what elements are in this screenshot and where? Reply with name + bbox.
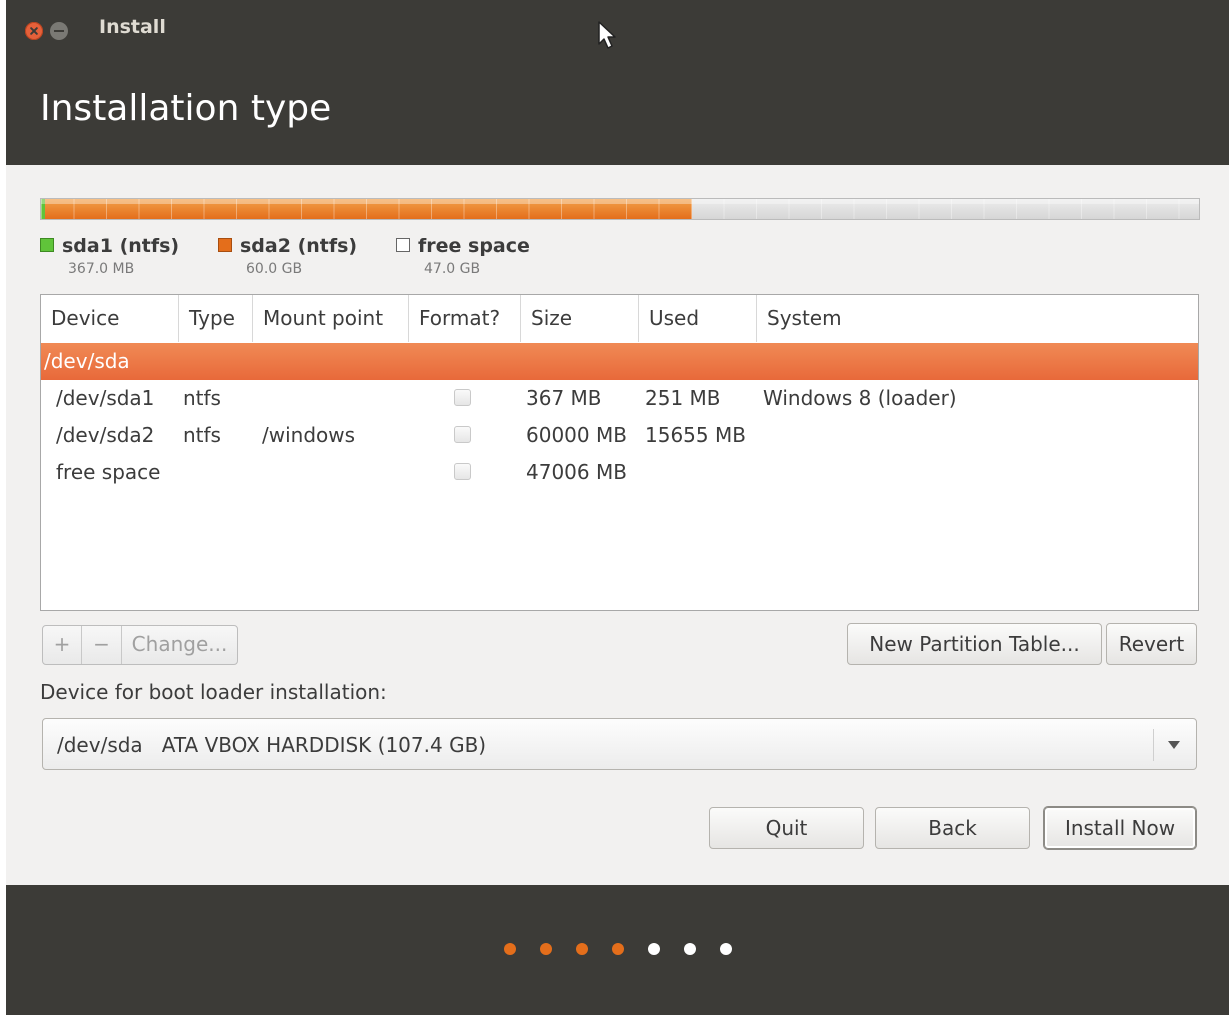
installer-window: Install Installation type sda1 (ntfs) 36… (6, 0, 1229, 1015)
add-partition-button[interactable]: + (43, 626, 82, 664)
size-cell: 60000 MB (526, 423, 627, 447)
legend-label: sda1 (ntfs) (62, 235, 180, 257)
back-button[interactable]: Back (875, 807, 1030, 849)
column-header-type[interactable]: Type (179, 295, 253, 342)
table-row[interactable]: free space 47006 MB (41, 454, 1198, 491)
content-area: sda1 (ntfs) 367.0 MB sda2 (ntfs) 60.0 GB… (6, 165, 1229, 885)
install-now-button[interactable]: Install Now (1044, 807, 1196, 849)
progress-dot-complete (576, 943, 588, 955)
progress-dot-complete (612, 943, 624, 955)
column-header-mount-point[interactable]: Mount point (253, 295, 409, 342)
progress-dot-pending (684, 943, 696, 955)
change-partition-button[interactable]: Change... (122, 626, 237, 664)
quit-button[interactable]: Quit (709, 807, 864, 849)
progress-footer (6, 885, 1229, 1015)
new-partition-table-button[interactable]: New Partition Table... (847, 623, 1102, 665)
type-cell: ntfs (183, 386, 221, 410)
format-checkbox[interactable] (454, 426, 471, 443)
boot-device-path: /dev/sda (57, 733, 143, 757)
mouse-pointer-icon (598, 21, 616, 49)
partition-table: Device Type Mount point Format? Size Use… (40, 294, 1199, 611)
table-row[interactable]: /dev/sda1 ntfs 367 MB 251 MB Windows 8 (… (41, 380, 1198, 417)
boot-loader-device-select[interactable]: /dev/sda ATA VBOX HARDDISK (107.4 GB) (42, 718, 1197, 770)
mount-cell: /windows (262, 423, 356, 447)
size-cell: 367 MB (526, 386, 602, 410)
boot-loader-selected-value: /dev/sda ATA VBOX HARDDISK (107.4 GB) (57, 719, 486, 771)
device-cell: /dev/sda2 (56, 423, 155, 447)
boot-loader-label: Device for boot loader installation: (40, 680, 387, 704)
legend-label: free space (418, 235, 530, 257)
minimize-icon[interactable] (50, 22, 68, 40)
used-cell: 15655 MB (645, 423, 746, 447)
table-header: Device Type Mount point Format? Size Use… (41, 295, 1198, 342)
remove-partition-button[interactable]: − (82, 626, 122, 664)
legend-size: 47.0 GB (424, 261, 481, 277)
progress-dot-pending (648, 943, 660, 955)
progress-dot-complete (504, 943, 516, 955)
column-header-used[interactable]: Used (639, 295, 757, 342)
legend-size: 367.0 MB (68, 261, 135, 277)
table-row-disk[interactable]: /dev/sda (41, 343, 1198, 380)
column-header-format[interactable]: Format? (409, 295, 521, 342)
revert-button[interactable]: Revert (1106, 623, 1197, 665)
table-row[interactable]: /dev/sda2 ntfs /windows 60000 MB 15655 M… (41, 417, 1198, 454)
column-header-system[interactable]: System (757, 295, 1198, 342)
legend-size: 60.0 GB (246, 261, 303, 277)
chevron-down-icon (1168, 741, 1180, 749)
system-cell: Windows 8 (loader) (763, 386, 957, 410)
window-title: Install (99, 16, 166, 38)
device-cell: /dev/sda (44, 349, 130, 373)
progress-dot-complete (540, 943, 552, 955)
page-title: Installation type (40, 88, 332, 129)
size-cell: 47006 MB (526, 460, 627, 484)
disk-usage-bar (40, 198, 1200, 220)
legend-label: sda2 (ntfs) (240, 235, 358, 257)
partition-toolbar: + − Change... (42, 625, 238, 665)
format-checkbox[interactable] (454, 389, 471, 406)
free-space-color-swatch (396, 238, 410, 252)
title-bar: Install Installation type (6, 0, 1229, 165)
boot-device-description: ATA VBOX HARDDISK (107.4 GB) (161, 733, 487, 757)
sda1-color-swatch (40, 238, 54, 252)
format-checkbox[interactable] (454, 463, 471, 480)
column-header-device[interactable]: Device (41, 295, 179, 342)
column-header-size[interactable]: Size (521, 295, 639, 342)
used-cell: 251 MB (645, 386, 721, 410)
device-cell: /dev/sda1 (56, 386, 155, 410)
close-icon[interactable] (25, 22, 43, 40)
type-cell: ntfs (183, 423, 221, 447)
sda2-color-swatch (218, 238, 232, 252)
device-cell: free space (56, 460, 161, 484)
progress-dot-pending (720, 943, 732, 955)
